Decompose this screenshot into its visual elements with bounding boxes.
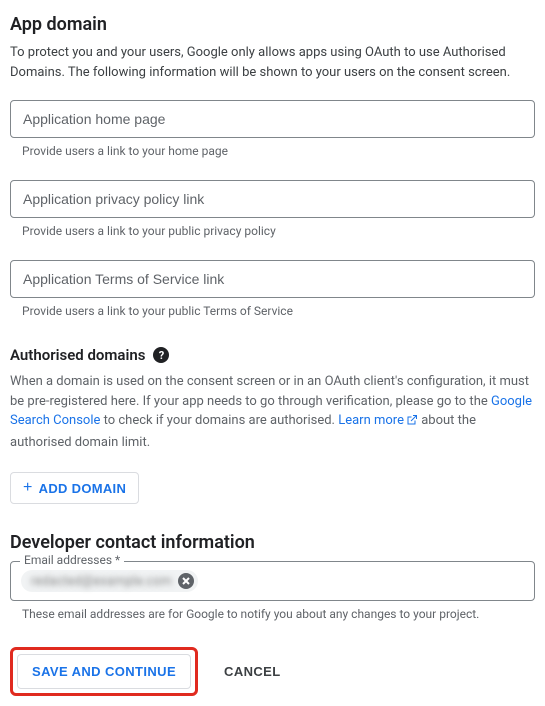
learn-more-link[interactable]: Learn more (338, 413, 418, 428)
save-and-continue-button[interactable]: SAVE AND CONTINUE (17, 654, 191, 689)
email-chip: redacted@example.com (21, 570, 198, 592)
add-domain-button[interactable]: + ADD DOMAIN (10, 472, 139, 504)
home-page-helper: Provide users a link to your home page (22, 144, 535, 158)
plus-icon: + (23, 480, 33, 496)
remove-chip-icon[interactable] (178, 573, 194, 589)
authorised-domains-description: When a domain is used on the consent scr… (10, 372, 535, 452)
email-label: Email addresses * (20, 553, 124, 567)
home-page-input[interactable] (10, 100, 535, 138)
developer-contact-title: Developer contact information (10, 532, 535, 553)
authorised-domains-title: Authorised domains (10, 346, 145, 364)
save-highlight: SAVE AND CONTINUE (10, 647, 198, 696)
email-helper: These email addresses are for Google to … (22, 607, 535, 621)
privacy-policy-helper: Provide users a link to your public priv… (22, 224, 535, 238)
tos-helper: Provide users a link to your public Term… (22, 304, 535, 318)
tos-input[interactable] (10, 260, 535, 298)
help-icon[interactable]: ? (153, 347, 169, 363)
privacy-policy-input[interactable] (10, 180, 535, 218)
app-domain-description: To protect you and your users, Google on… (10, 43, 535, 82)
cancel-button[interactable]: CANCEL (220, 655, 285, 688)
email-addresses-input[interactable]: redacted@example.com (10, 561, 535, 601)
external-link-icon (406, 413, 418, 433)
app-domain-title: App domain (10, 14, 535, 35)
